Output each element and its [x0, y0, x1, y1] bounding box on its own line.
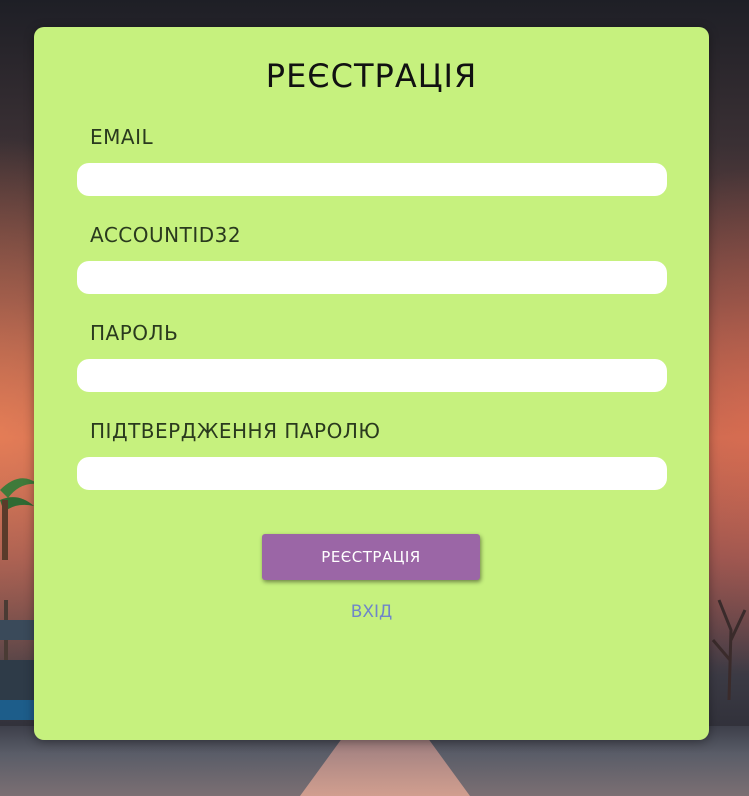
dead-tree-decoration	[711, 599, 747, 700]
password-field[interactable]	[77, 359, 667, 392]
login-link[interactable]: ВХІД	[34, 602, 709, 622]
page-title: РЕЄСТРАЦІЯ	[265, 57, 478, 95]
email-field[interactable]	[77, 163, 667, 196]
register-button[interactable]: РЕЄСТРАЦІЯ	[262, 534, 480, 580]
account-id-field[interactable]	[77, 261, 667, 294]
ship-decoration	[0, 600, 38, 720]
password-confirm-field[interactable]	[77, 457, 667, 490]
password-confirm-label: ПІДТВЕРДЖЕННЯ ПАРОЛЮ	[90, 419, 381, 443]
account-id-label: ACCOUNTID32	[90, 223, 242, 247]
password-label: ПАРОЛЬ	[90, 321, 179, 345]
email-label: EMAIL	[90, 125, 154, 149]
registration-card: РЕЄСТРАЦІЯ EMAIL ACCOUNTID32 ПАРОЛЬ ПІДТ…	[34, 27, 709, 740]
